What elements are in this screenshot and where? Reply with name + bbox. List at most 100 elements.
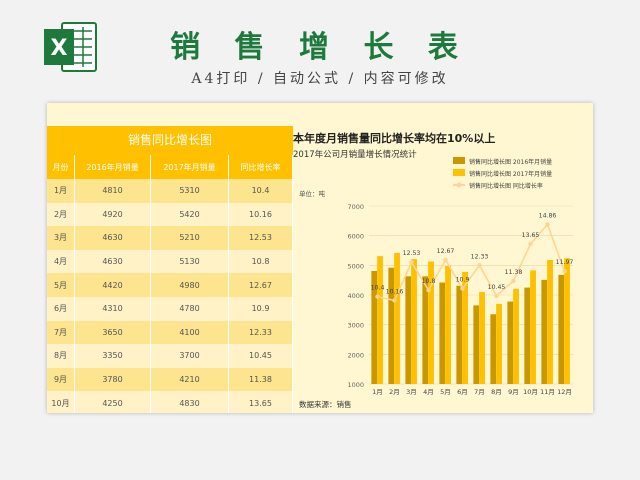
rate-point bbox=[511, 278, 516, 283]
table-cell: 5210 bbox=[151, 226, 229, 250]
table-cell: 11.38 bbox=[229, 367, 293, 392]
table-cell: 4830 bbox=[151, 391, 229, 413]
table-cell: 4420 bbox=[75, 273, 151, 297]
data-label: 10.4 bbox=[371, 285, 385, 292]
legend-swatch-marker bbox=[456, 182, 462, 188]
legend-swatch bbox=[453, 169, 465, 176]
table-cell: 10.4 bbox=[229, 179, 293, 203]
bar bbox=[507, 301, 514, 384]
rate-point bbox=[545, 222, 550, 227]
unit-label: 单位：吨 bbox=[299, 189, 326, 198]
table-row: 1月 4810 5310 10.4 bbox=[47, 179, 293, 203]
table-cell: 4250 bbox=[75, 391, 151, 413]
table-row: 5月 4420 4980 12.67 bbox=[47, 273, 293, 297]
x-tick-label: 4月 bbox=[423, 388, 434, 396]
legend-label: 销售同比增长图 2016年月销量 bbox=[469, 158, 552, 166]
header: X 销 售 增 长 表 A4打印 / 自动公式 / 内容可修改 bbox=[0, 0, 640, 100]
table-cell: 4630 bbox=[75, 249, 151, 274]
bar bbox=[496, 303, 502, 384]
table-cell: 5130 bbox=[151, 249, 229, 274]
header-month: 月份 bbox=[47, 155, 75, 179]
y-tick-label: 5000 bbox=[347, 262, 364, 270]
table-cell: 3700 bbox=[151, 344, 229, 368]
table-cell: 3780 bbox=[75, 367, 151, 392]
sales-chart: 本年度月销售量同比增长率均在10%以上 2017年公司月销量增长情况统计单位：吨 销… bbox=[293, 126, 593, 413]
bar bbox=[547, 259, 553, 384]
bar bbox=[473, 305, 480, 384]
bar bbox=[445, 265, 451, 384]
table-row: 8月 3350 3700 10.45 bbox=[47, 344, 293, 368]
rate-point bbox=[443, 257, 448, 263]
data-source: 数据来源：销售 bbox=[299, 399, 352, 409]
table-cell: 2月 bbox=[47, 202, 75, 227]
y-tick-label: 4000 bbox=[347, 292, 364, 300]
data-label: 13.65 bbox=[522, 232, 540, 239]
table-row: 9月 3780 4210 11.38 bbox=[47, 367, 293, 392]
chart-subtitle: 2017年公司月销量增长情况统计 bbox=[293, 149, 417, 160]
table-cell: 3650 bbox=[75, 320, 151, 345]
table-cell: 13.65 bbox=[229, 391, 293, 413]
table-cell: 10.8 bbox=[229, 249, 293, 274]
rate-point bbox=[477, 263, 482, 268]
chart-canvas: 本年度月销售量同比增长率均在10%以上 2017年公司月销量增长情况统计单位：吨 销… bbox=[293, 131, 574, 409]
bar bbox=[530, 270, 536, 384]
bar bbox=[564, 258, 570, 384]
table-cell: 10.45 bbox=[229, 344, 293, 368]
bar bbox=[439, 282, 446, 384]
table-cell: 8月 bbox=[47, 344, 75, 368]
bar bbox=[411, 259, 417, 384]
table-cell: 4780 bbox=[151, 297, 229, 321]
table-cell: 12.67 bbox=[229, 273, 293, 297]
table-cell: 5月 bbox=[47, 273, 75, 297]
table-title: 销售同比增长图 bbox=[47, 126, 293, 155]
x-tick-label: 6月 bbox=[457, 388, 468, 396]
table-cell: 3月 bbox=[47, 226, 75, 250]
table-row: 2月 4920 5420 10.16 bbox=[47, 202, 293, 227]
page-title: 销 售 增 长 表 bbox=[170, 30, 470, 65]
bar bbox=[422, 276, 429, 384]
header-rate: 同比增长率 bbox=[229, 155, 293, 179]
data-label: 10.9 bbox=[456, 277, 470, 284]
data-label: 10.45 bbox=[488, 284, 506, 291]
table-cell: 4810 bbox=[75, 179, 151, 203]
bar bbox=[394, 252, 400, 384]
data-label: 12.33 bbox=[471, 253, 489, 260]
bar bbox=[513, 288, 519, 384]
table-cell: 12.33 bbox=[229, 320, 293, 345]
y-tick-label: 3000 bbox=[347, 322, 364, 330]
rate-point bbox=[494, 293, 499, 299]
table-header: 月份 2016年月销量 2017年月销量 同比增长率 bbox=[47, 155, 293, 179]
x-tick-label: 9月 bbox=[508, 388, 519, 396]
table-row: 10月 4250 4830 13.65 bbox=[47, 391, 293, 413]
data-label: 10.8 bbox=[422, 278, 436, 285]
table-cell: 4630 bbox=[75, 226, 151, 250]
table-row: 7月 3650 4100 12.33 bbox=[47, 320, 293, 345]
y-tick-label: 7000 bbox=[347, 203, 364, 211]
data-label: 12.53 bbox=[403, 250, 421, 257]
table-row: 4月 4630 5130 10.8 bbox=[47, 249, 293, 274]
x-tick-label: 2月 bbox=[389, 388, 400, 396]
bar bbox=[541, 279, 548, 384]
data-label: 10.16 bbox=[386, 289, 404, 296]
data-label: 11.97 bbox=[556, 259, 574, 266]
chart-title: 本年度月销售量同比增长率均在10%以上 bbox=[293, 131, 495, 145]
spreadsheet-preview: 销售同比增长图 月份 2016年月销量 2017年月销量 同比增长率 1月 481… bbox=[47, 103, 593, 413]
table-cell: 10.16 bbox=[229, 202, 293, 227]
table-cell: 4310 bbox=[75, 297, 151, 321]
bar bbox=[479, 292, 485, 384]
header-2016: 2016年月销量 bbox=[75, 155, 151, 179]
bar bbox=[558, 274, 565, 384]
legend-label: 销售同比增长图 2017年月销量 bbox=[469, 170, 552, 178]
table-cell: 4920 bbox=[75, 202, 151, 227]
table-cell: 4100 bbox=[151, 320, 229, 345]
rate-point bbox=[528, 241, 533, 247]
rate-point bbox=[562, 269, 567, 274]
table-cell: 5420 bbox=[151, 202, 229, 227]
x-tick-label: 7月 bbox=[474, 388, 485, 396]
rate-point bbox=[392, 298, 397, 303]
rate-point bbox=[426, 287, 431, 293]
y-tick-label: 2000 bbox=[347, 351, 364, 359]
data-label: 12.67 bbox=[437, 248, 455, 255]
rate-point bbox=[375, 294, 380, 299]
table-cell: 1月 bbox=[47, 179, 75, 203]
